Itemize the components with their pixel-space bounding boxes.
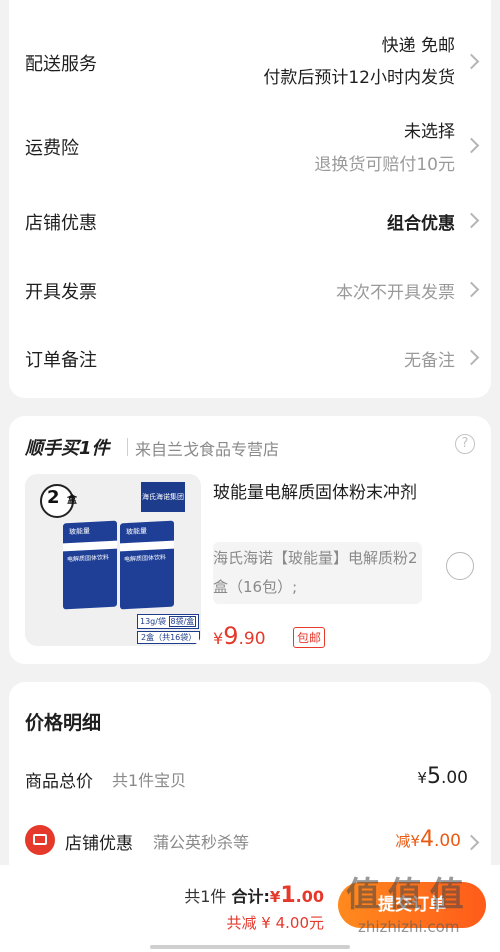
chevron-right-icon [463,281,480,298]
chevron-right-icon [463,349,480,366]
discount-symbol: ¥ [410,832,420,850]
spec-count: 8袋/盒 [168,616,197,627]
goods-integer: 5 [426,764,441,789]
order-options-card: 配送服务 快递 免邮 付款后预计12小时内发货 运费险 未选择 退换货可赔付10… [9,0,491,398]
product-price: ¥9.90 [213,622,266,650]
addon-card: 顺手买1件 来自兰戈食品专营店 ? 2 盒 海氏海诺集团 玻能量 电解质固体饮料… [9,416,491,664]
submit-order-button[interactable]: 提交订单 [338,882,486,928]
delivery-method: 快递 免邮 [381,36,455,56]
box-brand-text: 玻能量 [69,527,90,537]
price-decimal: .90 [238,629,266,649]
addon-source: 来自兰戈食品专营店 [135,440,280,459]
box-title-text: 电解质固体饮料 [67,554,110,564]
product-box-right: 玻能量 电解质固体饮料 [120,520,174,610]
spec-weight: 13g/袋 [140,617,166,626]
delivery-label: 配送服务 [25,54,97,75]
invoice-value: 本次不开具发票 [336,283,455,303]
brand-logo-text: 海氏海诺集团 [142,493,184,501]
home-indicator [150,945,350,949]
quantity-badge-num: 2 [47,487,60,508]
shop-icon-shape [33,834,47,845]
price-detail-card: 价格明细 商品总价 共1件宝贝 ¥5.00 店铺优惠 蒲公英秒杀等 减¥4.00 [9,682,491,882]
divider [127,438,128,456]
product-box-left: 玻能量 电解质固体饮料 [63,520,117,610]
price-integer: 9 [223,622,239,650]
price-symbol: ¥ [213,629,224,648]
discount-prefix: 减 [395,832,411,850]
product-name[interactable]: 玻能量电解质固体粉末冲剂 [213,478,423,508]
delivery-time: 付款后预计12小时内发货 [263,68,455,88]
note-value: 无备注 [404,351,455,371]
shop-discount-row[interactable]: 店铺优惠 组合优惠 [9,195,491,245]
price-detail-title: 价格明细 [25,712,102,734]
goods-total-label: 商品总价 [25,772,93,792]
chevron-right-icon [463,834,480,851]
spec-tag: 13g/袋 8袋/盒 [137,614,200,629]
total-line: 共1件 合计:¥1.00 [184,883,324,908]
addon-title: 顺手买1件 [25,438,110,459]
insurance-desc: 退换货可赔付10元 [314,155,455,175]
select-radio[interactable] [446,552,474,580]
chevron-right-icon [463,212,480,229]
chevron-right-icon [463,137,480,154]
product-image[interactable]: 2 盒 海氏海诺集团 玻能量 电解质固体饮料 玻能量 电解质固体饮料 13g/袋… [25,474,201,646]
insurance-status: 未选择 [404,122,455,142]
goods-total-sub: 共1件宝贝 [112,771,187,790]
total-decimal: .00 [295,887,324,906]
total-symbol: ¥ [269,888,281,906]
insurance-row[interactable]: 运费险 未选择 退换货可赔付10元 [9,110,491,190]
submit-order-label: 提交订单 [378,895,446,915]
goods-symbol: ¥ [417,769,427,787]
insurance-label: 运费险 [25,138,79,159]
note-label: 订单备注 [25,350,97,371]
brand-logo: 海氏海诺集团 [141,482,185,512]
shop-icon [25,825,55,855]
invoice-label: 开具发票 [25,282,97,303]
chevron-right-icon [463,53,480,70]
checkout-bar: 共1件 合计:¥1.00 共减 ¥ 4.00元 提交订单 值 值 值 zhizh… [0,865,500,952]
item-count: 共1件 [184,887,227,906]
discount-integer: 4 [419,827,434,852]
quantity-badge-unit: 盒 [67,495,77,506]
total-integer: 1 [280,883,296,908]
product-desc: 海氏海诺【玻能量】电解质粉2盒（16包）; [213,549,418,596]
discount-decimal: .00 [433,831,461,851]
delivery-row[interactable]: 配送服务 快递 免邮 付款后预计12小时内发货 [9,0,491,120]
shop-discount-label: 店铺优惠 [25,213,97,234]
free-shipping-tag: 包邮 [293,627,326,648]
shop-discount-value: 组合优惠 [387,214,455,234]
shop-discount-detail-sub: 蒲公英秒杀等 [153,833,250,852]
goods-decimal: .00 [440,768,468,788]
total-label: 合计: [231,887,270,906]
box-brand-text: 玻能量 [126,527,147,537]
spec-total: 2盒（共16袋） [137,631,201,644]
note-row[interactable]: 订单备注 无备注 [9,333,491,383]
invoice-row[interactable]: 开具发票 本次不开具发票 [9,265,491,315]
box-title-text: 电解质固体饮料 [124,554,167,564]
goods-total-amount: ¥5.00 [417,764,468,789]
help-icon[interactable]: ? [455,434,475,454]
shop-discount-amount[interactable]: 减¥4.00 [395,827,461,852]
total-saved: 共减 ¥ 4.00元 [226,914,324,932]
shop-discount-detail-label: 店铺优惠 [65,834,133,854]
